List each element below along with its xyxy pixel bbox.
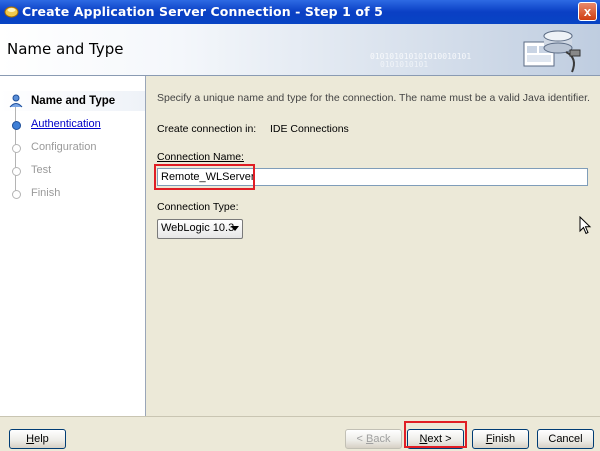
current-step-person-icon	[9, 94, 23, 108]
oracle-jdeveloper-icon	[4, 6, 19, 18]
back-button[interactable]: < Back	[345, 429, 402, 449]
connection-type-select[interactable]: WebLogic 10.3	[157, 219, 243, 239]
step-dot-authentication	[12, 121, 21, 130]
title-bar[interactable]: Create Application Server Connection - S…	[0, 0, 600, 24]
wizard-steps-sidebar: Name and Type Authentication Configurati…	[0, 76, 146, 416]
step-dot-test	[12, 167, 21, 176]
close-button[interactable]: x	[578, 2, 597, 21]
wizard-footer: Help < Back Next > Finish Cancel	[0, 416, 600, 451]
connection-name-input[interactable]	[157, 168, 588, 186]
step-test: Test	[0, 160, 145, 180]
step-label: Authentication	[31, 118, 101, 130]
help-button[interactable]: Help	[9, 429, 66, 449]
wizard-header: Name and Type 010101010101010010101 0101…	[0, 24, 600, 76]
cancel-button[interactable]: Cancel	[537, 429, 594, 449]
mouse-cursor-icon	[579, 216, 592, 235]
finish-button[interactable]: Finish	[472, 429, 529, 449]
step-authentication[interactable]: Authentication	[0, 114, 145, 134]
connection-type-label: Connection Type:	[157, 201, 239, 213]
page-title: Name and Type	[7, 40, 124, 58]
step-label: Test	[31, 164, 52, 176]
step-configuration: Configuration	[0, 137, 145, 157]
step-finish: Finish	[0, 183, 145, 203]
wizard-content: Specify a unique name and type for the c…	[146, 76, 600, 416]
create-in-value: IDE Connections	[270, 123, 349, 135]
step-label: Configuration	[31, 141, 97, 153]
instructions-text: Specify a unique name and type for the c…	[157, 92, 590, 104]
next-button[interactable]: Next >	[407, 429, 464, 449]
server-connection-icon	[523, 30, 581, 73]
step-label: Name and Type	[31, 95, 116, 107]
step-dot-configuration	[12, 144, 21, 153]
connection-type-value: WebLogic 10.3	[161, 222, 235, 234]
window-title: Create Application Server Connection - S…	[22, 4, 383, 19]
close-icon: x	[583, 4, 592, 19]
chevron-down-icon	[231, 226, 239, 231]
step-dot-finish	[12, 190, 21, 199]
create-in-label: Create connection in:	[157, 123, 257, 135]
step-label: Finish	[31, 187, 61, 199]
connection-name-label: Connection Name:	[157, 151, 244, 163]
binary-decoration-2: 0101010101	[380, 60, 429, 69]
